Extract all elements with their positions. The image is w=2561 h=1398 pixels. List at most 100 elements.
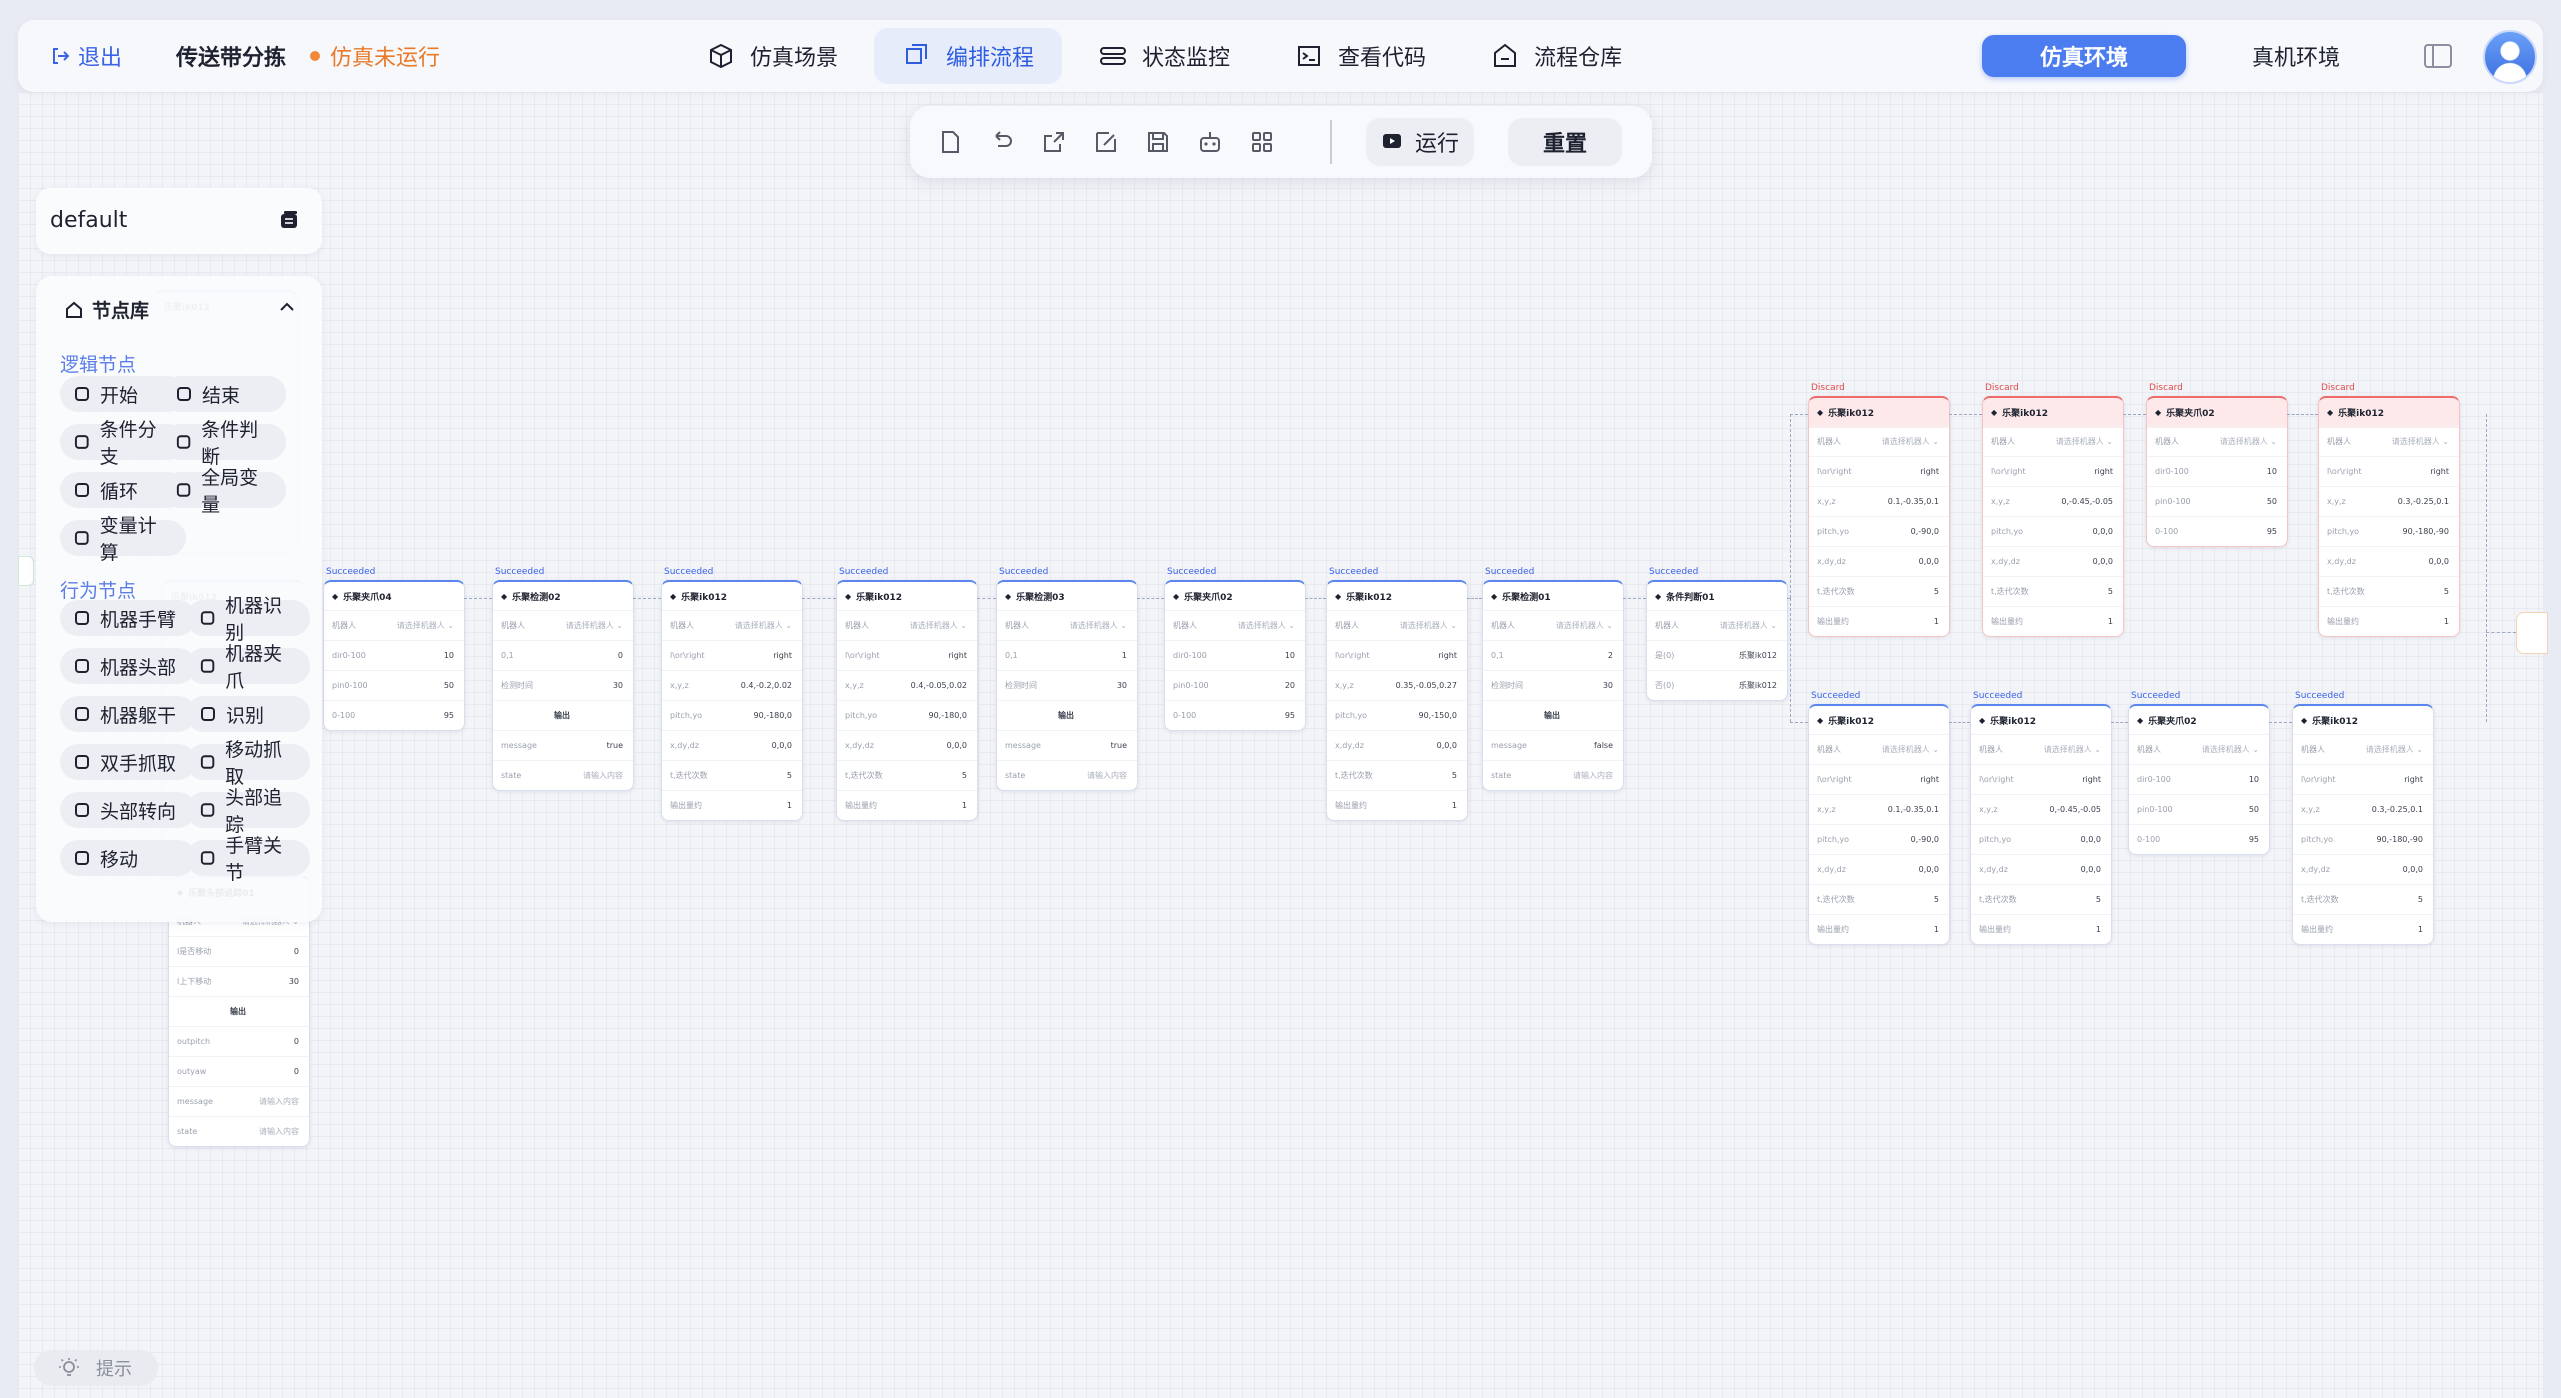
robot-select[interactable]: 请选择机器人 ⌄ (2366, 744, 2423, 755)
robot-select-row[interactable]: 机器人 请选择机器人 ⌄ (1483, 610, 1623, 640)
action-node-7[interactable]: 双手抓取 (60, 744, 196, 780)
robot-select-row[interactable]: 机器人 请选择机器人 ⌄ (662, 610, 802, 640)
undo-icon[interactable] (988, 128, 1016, 156)
flow-node[interactable]: Succeeded ◆ 条件判断01 机器人 请选择机器人 ⌄ 是(0) 乐聚ik012 否(… (1646, 567, 1788, 701)
nav-tab-2[interactable]: 编排流程 (874, 28, 1063, 84)
param-value[interactable]: 1 (2108, 617, 2113, 626)
workspace-switch-icon[interactable] (277, 208, 301, 232)
param-value[interactable]: right (2082, 775, 2101, 784)
param-value[interactable]: 0.3,-0.25,0.1 (2372, 805, 2423, 814)
flow-node[interactable]: Discard ◆ 乐聚ik012 机器人 请选择机器人 ⌄ l\or\right righ… (1982, 383, 2124, 637)
env-real-button[interactable]: 真机环境 (2194, 35, 2398, 77)
robot-select[interactable]: 请选择机器人 ⌄ (1238, 620, 1295, 631)
robot-select[interactable]: 请选择机器人 ⌄ (2056, 436, 2113, 447)
param-value[interactable]: 0,0,0 (1919, 557, 1939, 566)
robot-select-row[interactable]: 机器人 请选择机器人 ⌄ (1327, 610, 1467, 640)
flow-node[interactable]: Discard ◆ 乐聚ik012 机器人 请选择机器人 ⌄ l\or\right righ… (2318, 383, 2460, 637)
output-value[interactable]: 请输入内容 (1573, 770, 1613, 781)
flow-node[interactable]: Succeeded ◆ 乐聚夹爪02 机器人 请选择机器人 ⌄ dir0-100 10 pin… (2128, 691, 2270, 855)
param-value[interactable]: 90,-180,0 (753, 711, 792, 720)
param-value[interactable]: right (1920, 467, 1939, 476)
grid-icon[interactable] (1248, 128, 1276, 156)
param-value[interactable]: 1 (1122, 651, 1127, 660)
param-value[interactable]: 95 (1285, 711, 1295, 720)
param-value[interactable]: 10 (444, 651, 454, 660)
flow-node[interactable]: Succeeded ◆ 乐聚ik012 机器人 请选择机器人 ⌄ l\or\right ri… (2292, 691, 2434, 945)
layout-icon[interactable] (2420, 38, 2456, 74)
param-value[interactable]: 0,0,0 (2081, 835, 2101, 844)
robot-select-row[interactable]: 机器人 请选择机器人 ⌄ (837, 610, 977, 640)
param-value[interactable]: 0,0,0 (947, 741, 967, 750)
param-value[interactable]: 0 (294, 947, 299, 956)
param-value[interactable]: right (948, 651, 967, 660)
param-value[interactable]: 10 (2249, 775, 2259, 784)
param-value[interactable]: 0,0,0 (2093, 527, 2113, 536)
param-value[interactable]: 1 (2444, 617, 2449, 626)
param-value[interactable]: 1 (1452, 801, 1457, 810)
param-value[interactable]: right (1920, 775, 1939, 784)
output-value[interactable]: true (1111, 741, 1127, 750)
flow-node[interactable]: Succeeded ◆ 乐聚ik012 机器人 请选择机器人 ⌄ l\or\right ri… (836, 567, 978, 821)
action-node-5[interactable]: 机器躯干 (60, 696, 196, 732)
robot-select-row[interactable]: 机器人 请选择机器人 ⌄ (2147, 426, 2287, 456)
chevron-up-icon[interactable] (276, 296, 298, 318)
param-value[interactable]: 90,-150,0 (1418, 711, 1457, 720)
flow-node[interactable]: Succeeded ◆ 乐聚ik012 机器人 请选择机器人 ⌄ l\or\right ri… (1808, 691, 1950, 945)
param-value[interactable]: 0.35,-0.05,0.27 (1396, 681, 1457, 690)
param-value[interactable]: 0,-90,0 (1911, 527, 1939, 536)
robot-icon[interactable] (1196, 128, 1224, 156)
logic-node-6[interactable]: 全局变量 (162, 467, 286, 516)
param-value[interactable]: 0.1,-0.35,0.1 (1888, 805, 1939, 814)
flow-node[interactable]: Succeeded ◆ 乐聚夹爪02 机器人 请选择机器人 ⌄ dir0-100 10 pin… (1164, 567, 1306, 731)
param-value[interactable]: 5 (2444, 587, 2449, 596)
edit-icon[interactable] (1092, 128, 1120, 156)
param-value[interactable]: 0.4,-0.05,0.02 (911, 681, 967, 690)
robot-select[interactable]: 请选择机器人 ⌄ (1070, 620, 1127, 631)
logic-node-7[interactable]: 变量计算 (60, 515, 186, 564)
param-value[interactable]: 95 (2267, 527, 2277, 536)
robot-select-row[interactable]: 机器人 请选择机器人 ⌄ (1647, 610, 1787, 640)
action-node-8[interactable]: 移动抓取 (186, 739, 310, 788)
run-button[interactable]: 运行 (1366, 118, 1474, 166)
nav-tab-1[interactable]: 仿真场景 (678, 28, 866, 84)
param-value[interactable]: right (2404, 775, 2423, 784)
flow-node[interactable]: Succeeded ◆ 乐聚夹爪04 机器人 请选择机器人 ⌄ dir0-100 10 pin… (323, 567, 465, 731)
action-node-1[interactable]: 机器手臂 (60, 600, 196, 636)
flow-node[interactable]: Succeeded ◆ 乐聚ik012 机器人 请选择机器人 ⌄ l\or\right ri… (1970, 691, 2112, 945)
param-value[interactable]: 1 (962, 801, 967, 810)
param-value[interactable]: 50 (2267, 497, 2277, 506)
action-node-9[interactable]: 头部转向 (60, 792, 196, 828)
robot-select-row[interactable]: 机器人 请选择机器人 ⌄ (1809, 426, 1949, 456)
robot-select[interactable]: 请选择机器人 ⌄ (1556, 620, 1613, 631)
flow-node[interactable]: Succeeded ◆ 乐聚检测03 机器人 请选择机器人 ⌄ 0,1 1 检测时间 30 输出 m… (996, 567, 1138, 791)
robot-select[interactable]: 请选择机器人 ⌄ (735, 620, 792, 631)
robot-select[interactable]: 请选择机器人 ⌄ (566, 620, 623, 631)
nav-tab-4[interactable]: 查看代码 (1266, 28, 1454, 84)
param-value[interactable]: 0 (618, 651, 623, 660)
param-value[interactable]: 50 (2249, 805, 2259, 814)
action-node-2[interactable]: 机器识别 (186, 595, 310, 644)
env-sim-button[interactable]: 仿真环境 (1982, 35, 2186, 77)
robot-select[interactable]: 请选择机器人 ⌄ (2392, 436, 2449, 447)
param-value[interactable]: 5 (1934, 895, 1939, 904)
output-value[interactable]: 请输入内容 (583, 770, 623, 781)
param-value[interactable]: 90,-180,0 (928, 711, 967, 720)
exit-button[interactable]: 退出 (50, 20, 122, 92)
param-value[interactable]: 5 (2418, 895, 2423, 904)
flow-node[interactable]: Discard ◆ 乐聚夹爪02 机器人 请选择机器人 ⌄ dir0-100 10 pin0-… (2146, 383, 2288, 547)
start-node-stub[interactable] (18, 556, 34, 586)
param-value[interactable]: 5 (1452, 771, 1457, 780)
robot-select[interactable]: 请选择机器人 ⌄ (2044, 744, 2101, 755)
robot-select[interactable]: 请选择机器人 ⌄ (1882, 436, 1939, 447)
flow-node[interactable]: Succeeded ◆ 乐聚ik012 机器人 请选择机器人 ⌄ l\or\right ri… (1326, 567, 1468, 821)
robot-select[interactable]: 请选择机器人 ⌄ (2202, 744, 2259, 755)
param-value[interactable]: 0,0,0 (2081, 865, 2101, 874)
flow-node[interactable]: Succeeded ◆ 乐聚检测02 机器人 请选择机器人 ⌄ 0,1 0 检测时间 30 输出 m… (492, 567, 634, 791)
param-value[interactable]: 2 (1608, 651, 1613, 660)
output-value[interactable]: 0 (294, 1067, 299, 1076)
param-value[interactable]: 5 (962, 771, 967, 780)
param-value[interactable]: 0,0,0 (1437, 741, 1457, 750)
robot-select[interactable]: 请选择机器人 ⌄ (910, 620, 967, 631)
output-value[interactable]: 0 (294, 1037, 299, 1046)
param-value[interactable]: 10 (2267, 467, 2277, 476)
